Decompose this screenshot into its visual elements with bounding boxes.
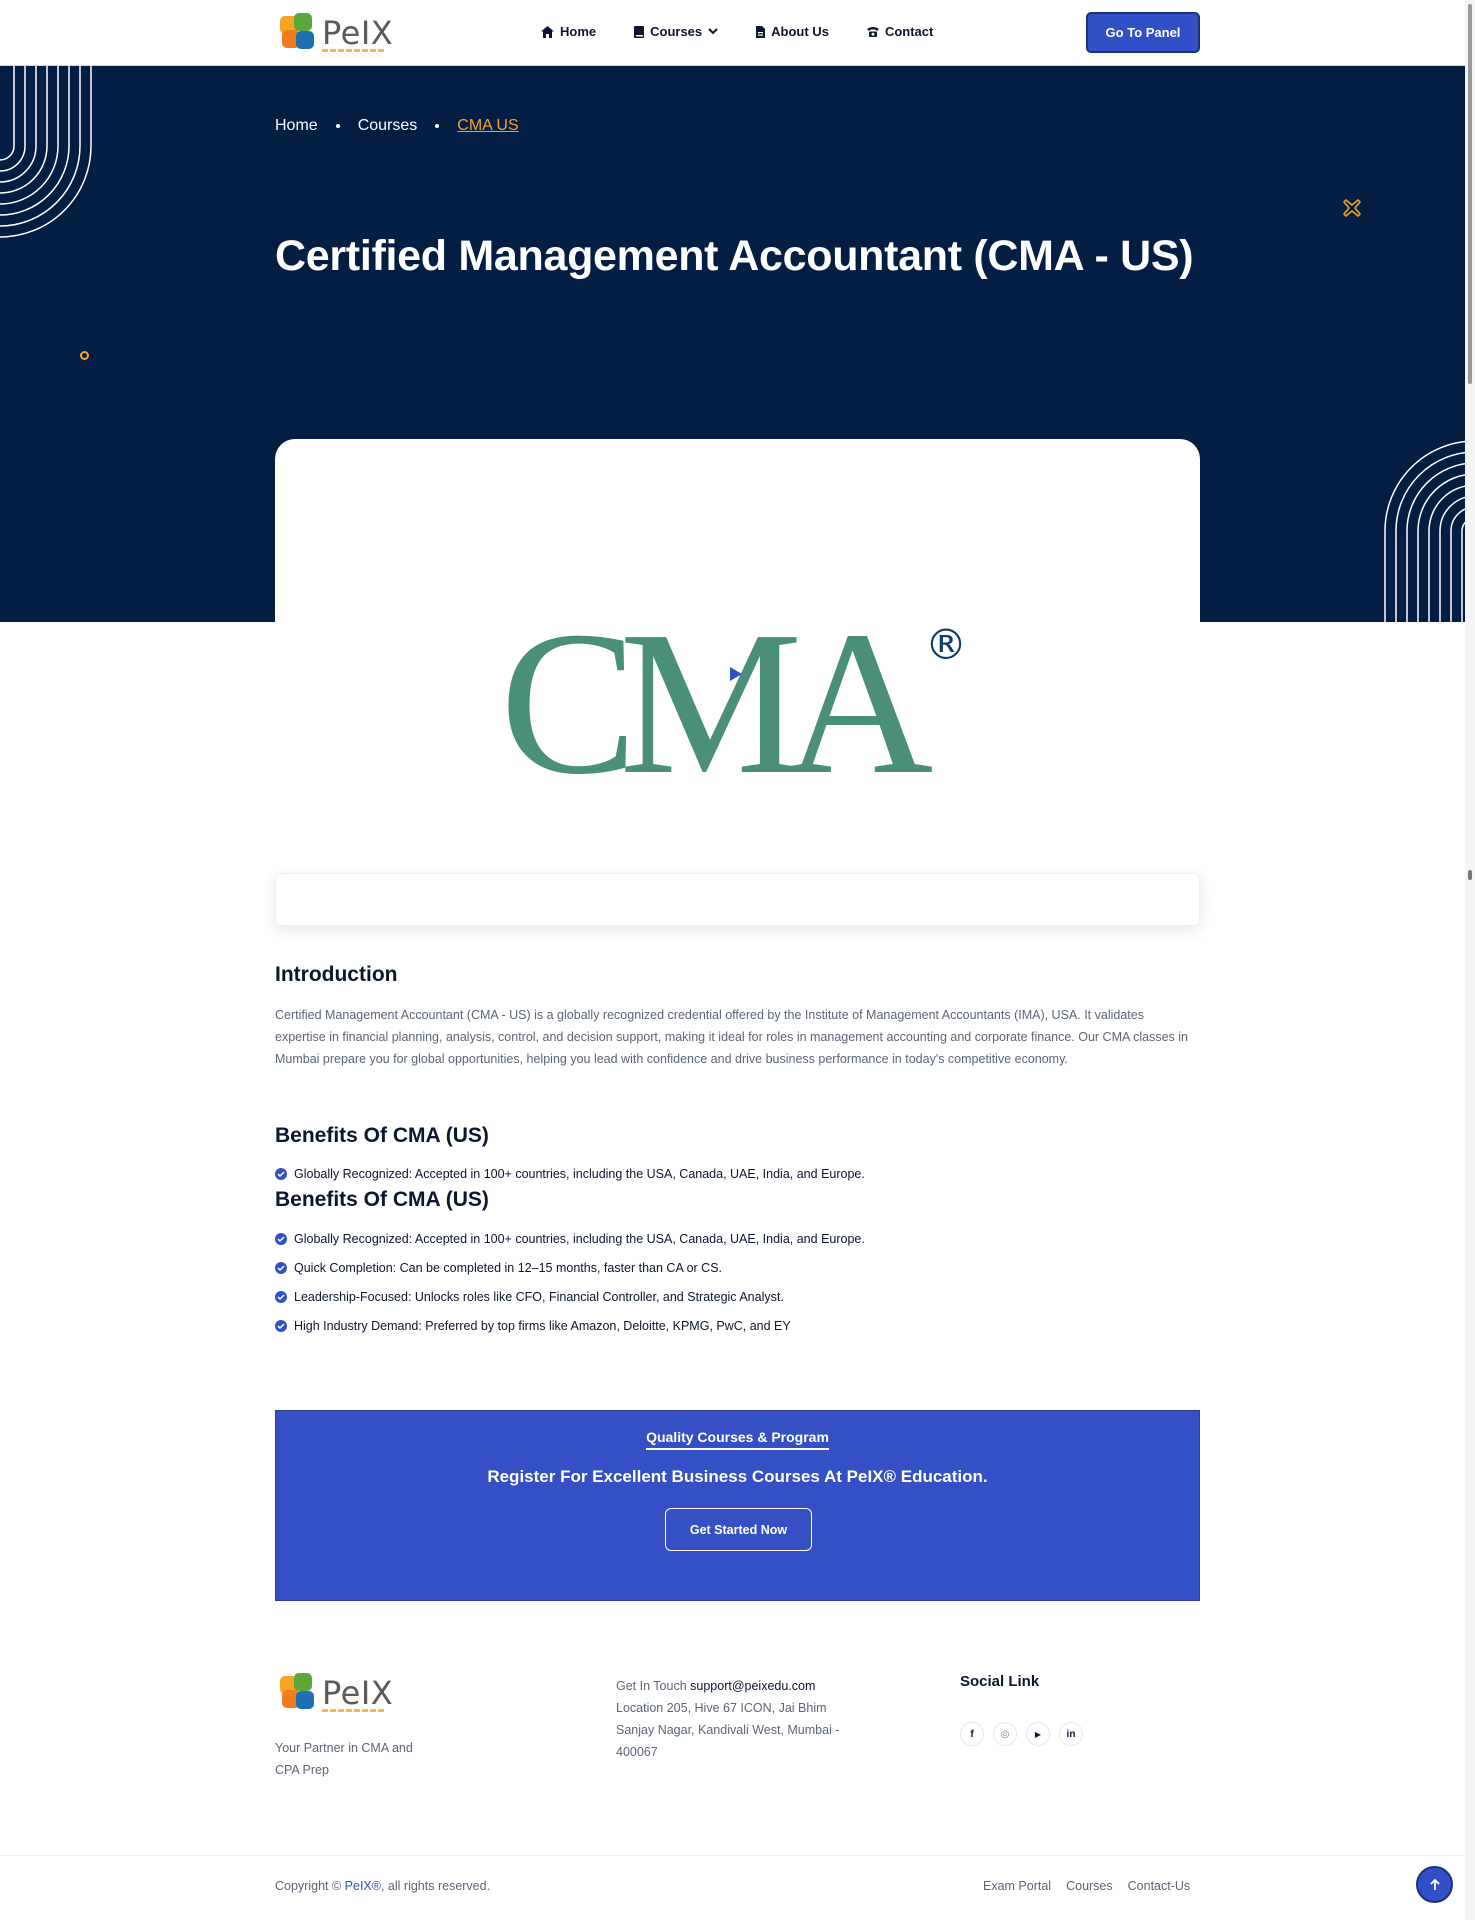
registered-mark: ® xyxy=(925,620,967,669)
youtube-icon[interactable]: ▶ xyxy=(1026,1722,1050,1746)
breadcrumb-separator xyxy=(335,124,340,128)
nav-home-label: Home xyxy=(560,24,597,39)
nav-about-label: About Us xyxy=(771,24,829,39)
play-icon[interactable] xyxy=(730,667,742,681)
contact-label: Get In Touch xyxy=(616,1679,687,1693)
facebook-icon[interactable]: f xyxy=(960,1722,984,1746)
copyright-prefix: Copyright © xyxy=(275,1879,342,1893)
home-icon xyxy=(541,25,554,38)
footer-link-courses[interactable]: Courses xyxy=(1066,1879,1113,1893)
social-heading: Social Link xyxy=(960,1673,1040,1690)
document-icon xyxy=(756,25,766,38)
nav-courses-label: Courses xyxy=(650,24,703,39)
social-links: f ◎ ▶ in xyxy=(960,1722,1083,1746)
cta-kicker-text: Quality Courses & Program xyxy=(646,1429,829,1450)
introduction-text: Certified Management Accountant (CMA - U… xyxy=(275,1008,1189,1066)
list-item: Globally Recognized: Accepted in 100+ co… xyxy=(275,1159,865,1188)
nav-home[interactable]: Home xyxy=(541,24,596,39)
site-logo[interactable]: PeIX xyxy=(280,13,393,53)
contact-line: Get In Touch support@peixedu.com xyxy=(616,1675,856,1697)
check-circle-icon xyxy=(275,1319,287,1332)
list-item: High Industry Demand: Preferred by top f… xyxy=(275,1311,865,1340)
footer-logo[interactable]: PeIX xyxy=(280,1673,393,1713)
arrow-up-icon xyxy=(1429,1878,1440,1890)
benefit-text: Globally Recognized: Accepted in 100+ co… xyxy=(294,1166,865,1181)
nav-contact-label: Contact xyxy=(884,24,934,39)
check-circle-icon xyxy=(275,1290,287,1303)
breadcrumb-current[interactable]: CMA US xyxy=(457,117,518,135)
benefits-list-first: Globally Recognized: Accepted in 100+ co… xyxy=(275,1159,865,1188)
copyright-suffix: , all rights reserved. xyxy=(380,1879,491,1893)
benefits-heading: Benefits Of CMA (US) xyxy=(275,1124,489,1147)
footer-links: Exam Portal Courses Contact-Us xyxy=(983,1879,1190,1893)
cross-decoration-icon xyxy=(1343,199,1361,217)
nav-about[interactable]: About Us xyxy=(756,24,829,39)
benefit-text: Quick Completion: Can be completed in 12… xyxy=(294,1260,723,1275)
benefit-text: Globally Recognized: Accepted in 100+ co… xyxy=(294,1231,865,1246)
scrollbar-marker xyxy=(1468,870,1472,880)
benefits-heading-duplicate: Benefits Of CMA (US) xyxy=(275,1188,489,1211)
logo-mark-icon xyxy=(280,13,320,53)
scrollbar-thumb[interactable] xyxy=(1468,4,1472,384)
instagram-icon[interactable]: ◎ xyxy=(993,1722,1017,1746)
chevron-down-icon xyxy=(708,28,718,35)
copyright-brand-link[interactable]: PeIX® xyxy=(345,1879,381,1893)
main-nav: Home Courses About Us Contact xyxy=(541,24,971,39)
footer-tagline: Your Partner in CMA and CPA Prep xyxy=(275,1741,413,1777)
site-header: PeIX Home Courses About Us Contact Go To… xyxy=(0,0,1475,66)
list-item: Leadership-Focused: Unlocks roles like C… xyxy=(275,1282,865,1311)
footer-link-contact[interactable]: Contact-Us xyxy=(1128,1879,1191,1893)
breadcrumb-home[interactable]: Home xyxy=(275,117,318,135)
copyright: Copyright © PeIX®, all rights reserved. xyxy=(275,1879,490,1893)
breadcrumb: Home Courses CMA US xyxy=(275,117,519,135)
back-to-top-button[interactable] xyxy=(1416,1866,1453,1903)
check-circle-icon xyxy=(275,1232,287,1245)
nav-courses[interactable]: Courses xyxy=(634,24,718,39)
course-info-strip xyxy=(275,873,1200,926)
introduction-heading: Introduction xyxy=(275,963,398,986)
logo-text: PeIX xyxy=(322,1674,394,1712)
logo-mark-icon xyxy=(280,1673,320,1713)
list-item: Quick Completion: Can be completed in 12… xyxy=(275,1253,865,1282)
linkedin-icon[interactable]: in xyxy=(1059,1722,1083,1746)
contact-address: Location 205, Hive 67 ICON, Jai Bhim San… xyxy=(616,1701,840,1759)
footer-divider xyxy=(0,1855,1465,1856)
get-started-button[interactable]: Get Started Now xyxy=(665,1508,812,1551)
benefits-list: Globally Recognized: Accepted in 100+ co… xyxy=(275,1224,865,1340)
go-to-panel-button[interactable]: Go To Panel xyxy=(1086,12,1200,53)
cma-logo-letters: CMA xyxy=(500,617,933,777)
breadcrumb-separator xyxy=(435,124,440,128)
cta-title: Register For Excellent Business Courses … xyxy=(487,1467,988,1486)
circle-decoration-icon xyxy=(80,351,89,360)
cma-logo-image: CMA ® xyxy=(500,617,967,777)
benefit-text: High Industry Demand: Preferred by top f… xyxy=(294,1318,791,1333)
nav-contact[interactable]: Contact xyxy=(866,24,934,39)
check-circle-icon xyxy=(275,1167,287,1180)
logo-text: PeIX xyxy=(322,14,394,52)
logo-tagline-stripe xyxy=(322,49,386,52)
footer-contact: Get In Touch support@peixedu.com Locatio… xyxy=(616,1675,856,1763)
page-title: Certified Management Accountant (CMA - U… xyxy=(275,232,1194,280)
benefit-text: Leadership-Focused: Unlocks roles like C… xyxy=(294,1289,784,1304)
logo-tagline-stripe xyxy=(322,1709,386,1712)
list-item: Globally Recognized: Accepted in 100+ co… xyxy=(275,1224,865,1253)
footer-link-exam-portal[interactable]: Exam Portal xyxy=(983,1879,1051,1893)
page-scrollbar[interactable] xyxy=(1465,0,1475,1920)
arc-lines-decoration-left xyxy=(0,66,92,238)
contact-email-link[interactable]: support@peixedu.com xyxy=(690,1679,815,1693)
cta-kicker: Quality Courses & Program xyxy=(276,1429,1199,1450)
book-icon xyxy=(634,25,645,38)
arc-lines-decoration-right xyxy=(1384,440,1465,622)
cta-banner: Quality Courses & Program Register For E… xyxy=(275,1410,1200,1601)
breadcrumb-courses[interactable]: Courses xyxy=(358,117,418,135)
check-circle-icon xyxy=(275,1261,287,1274)
phone-icon xyxy=(866,27,879,37)
